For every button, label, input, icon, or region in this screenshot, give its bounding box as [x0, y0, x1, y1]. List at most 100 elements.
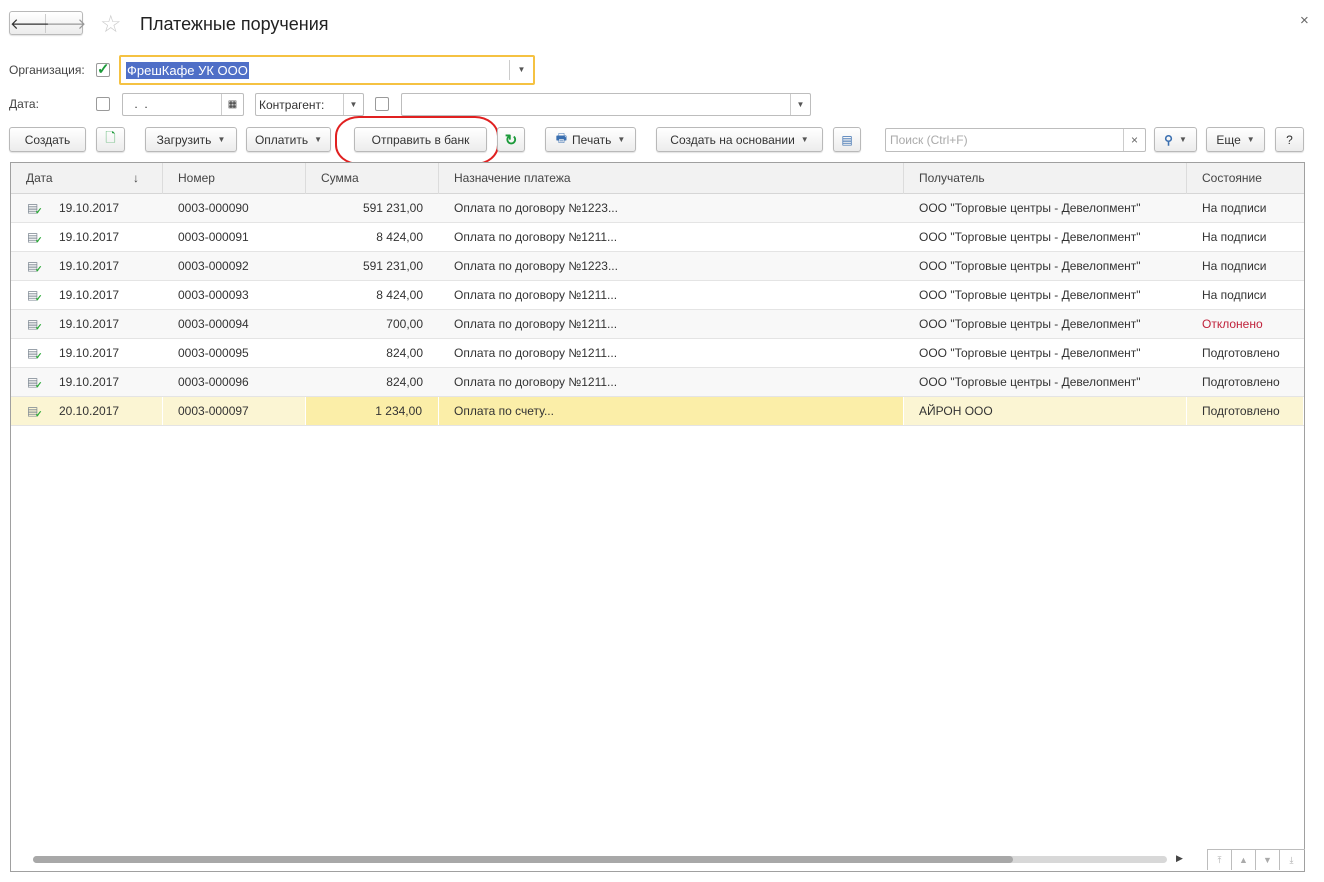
- cell-recipient: ООО "Торговые центры - Девелопмент": [919, 346, 1141, 360]
- date-value: . .: [131, 97, 152, 111]
- scroll-right-icon[interactable]: ▶: [1176, 853, 1183, 864]
- cell-recipient: ООО "Торговые центры - Девелопмент": [919, 288, 1141, 302]
- table-row[interactable]: ▤ ✓ 20.10.2017 0003-000097 1 234,00 Оплата по…: [11, 397, 1304, 426]
- refresh-icon: ↻: [504, 131, 518, 149]
- column-header-recipient[interactable]: Получатель: [904, 163, 1187, 194]
- forward-button[interactable]: 🡒: [46, 14, 86, 33]
- cell-purpose: Оплата по договору №1223...: [454, 259, 618, 273]
- table-row[interactable]: ▤ ✓ 19.10.2017 0003-000095 824,00 Оплата по д…: [11, 339, 1304, 368]
- cell-recipient: ООО "Торговые центры - Девелопмент": [919, 317, 1141, 331]
- cell-recipient: АЙРОН ООО: [904, 397, 1187, 425]
- search-clear-button[interactable]: ×: [1123, 129, 1145, 151]
- row-navigation: ⤒ ▲ ▼ ⤓: [1207, 849, 1305, 871]
- horizontal-scrollbar[interactable]: [33, 856, 1167, 863]
- create-button[interactable]: Создать: [9, 127, 86, 152]
- cell-recipient: ООО "Торговые центры - Девелопмент": [919, 230, 1141, 244]
- date-text: 19.10.2017: [59, 230, 120, 244]
- table-row[interactable]: ▤ ✓ 19.10.2017 0003-000096 824,00 Оплата по д…: [11, 368, 1304, 397]
- date-text: 19.10.2017: [59, 346, 120, 360]
- create-copy-button[interactable]: 🗋: [96, 127, 125, 152]
- cell-status: На подписи: [1202, 230, 1267, 244]
- cell-sum: 824,00: [386, 375, 423, 389]
- column-header-status[interactable]: Состояние: [1187, 163, 1304, 194]
- cell-purpose: Оплата по договору №1211...: [454, 375, 618, 389]
- cell-status: На подписи: [1202, 288, 1267, 302]
- scroll-down-icon[interactable]: ▼: [1255, 850, 1279, 870]
- calendar-icon[interactable]: ▦: [221, 94, 243, 115]
- search-icon: ⚲: [1164, 132, 1173, 147]
- scrollbar-thumb[interactable]: [33, 856, 1013, 863]
- page-title: Платежные поручения: [140, 14, 329, 34]
- help-button[interactable]: ?: [1275, 127, 1304, 152]
- column-label: Дата: [26, 171, 53, 185]
- check-icon: ✓: [35, 235, 43, 245]
- table-row[interactable]: ▤ ✓ 19.10.2017 0003-000094 700,00 Оплата по д…: [11, 310, 1304, 339]
- search-button[interactable]: ⚲ ▼: [1154, 127, 1197, 152]
- cell-status: На подписи: [1202, 259, 1267, 273]
- chevron-down-icon: ▼: [617, 135, 626, 144]
- cell-sum: 824,00: [386, 346, 423, 360]
- scroll-up-icon[interactable]: ▲: [1231, 850, 1255, 870]
- close-button[interactable]: ×: [1300, 12, 1309, 29]
- date-text: 20.10.2017: [59, 404, 120, 418]
- chevron-down-icon[interactable]: ▼: [790, 94, 810, 115]
- check-icon: ✓: [35, 293, 43, 303]
- search-input[interactable]: Поиск (Ctrl+F) ×: [885, 128, 1146, 152]
- check-icon: ✓: [35, 206, 43, 216]
- structure-button[interactable]: ▤: [833, 127, 861, 152]
- check-icon: ✓: [35, 264, 43, 274]
- counterparty-checkbox[interactable]: [375, 97, 389, 111]
- load-label: Загрузить: [156, 132, 212, 147]
- date-text: 19.10.2017: [59, 317, 120, 331]
- check-icon: ✓: [35, 409, 43, 419]
- printer-icon: 🖶: [555, 131, 568, 145]
- more-button[interactable]: Еще ▼: [1206, 127, 1265, 152]
- back-button[interactable]: 🡐: [10, 13, 50, 33]
- cell-number: 0003-000095: [178, 346, 249, 360]
- scroll-first-icon[interactable]: ⤒: [1207, 850, 1231, 870]
- cell-sum: 8 424,00: [376, 230, 423, 244]
- table-row[interactable]: ▤ ✓ 19.10.2017 0003-000090 591 231,00 Оплата …: [11, 194, 1304, 223]
- organization-dropdown[interactable]: ▼: [509, 60, 533, 80]
- sort-arrow-icon: ↓: [133, 171, 139, 185]
- organization-field[interactable]: ФрешКафе УК ООО ▼: [119, 55, 535, 85]
- cell-number: 0003-000096: [178, 375, 249, 389]
- table-row[interactable]: ▤ ✓ 19.10.2017 0003-000093 8 424,00 Оплата по…: [11, 281, 1304, 310]
- counterparty-label: Контрагент:: [259, 98, 325, 112]
- date-checkbox[interactable]: [96, 97, 110, 111]
- pay-button[interactable]: Оплатить ▼: [246, 127, 331, 152]
- cell-recipient: ООО "Торговые центры - Девелопмент": [919, 375, 1141, 389]
- counterparty-type-select[interactable]: Контрагент: ▼: [255, 93, 364, 116]
- cell-purpose: Оплата по договору №1223...: [454, 201, 618, 215]
- refresh-button[interactable]: ↻: [497, 127, 525, 152]
- cell-date: ▤ ✓ 19.10.2017: [11, 339, 163, 367]
- counterparty-field[interactable]: ▼: [401, 93, 811, 116]
- search-placeholder: Поиск (Ctrl+F): [890, 133, 968, 147]
- create-label: Создать: [24, 132, 71, 147]
- send-to-bank-button[interactable]: Отправить в банк: [354, 127, 487, 152]
- print-button[interactable]: 🖶 Печать ▼: [545, 127, 636, 152]
- column-header-sum[interactable]: Сумма: [306, 163, 439, 194]
- date-text: 19.10.2017: [59, 259, 120, 273]
- more-label: Еще: [1216, 132, 1241, 147]
- cell-recipient: ООО "Торговые центры - Девелопмент": [919, 201, 1141, 215]
- column-header-purpose[interactable]: Назначение платежа: [439, 163, 904, 194]
- column-header-date[interactable]: Дата ↓: [11, 163, 163, 194]
- scroll-last-icon[interactable]: ⤓: [1279, 850, 1303, 870]
- table-row[interactable]: ▤ ✓ 19.10.2017 0003-000092 591 231,00 Оплата …: [11, 252, 1304, 281]
- cell-status: Отклонено: [1202, 317, 1263, 331]
- column-header-number[interactable]: Номер: [163, 163, 306, 194]
- table-row[interactable]: ▤ ✓ 19.10.2017 0003-000091 8 424,00 Оплата по…: [11, 223, 1304, 252]
- cell-purpose: Оплата по договору №1211...: [454, 317, 618, 331]
- date-field[interactable]: . . ▦: [122, 93, 244, 116]
- cell-purpose: Оплата по счету...: [439, 397, 904, 425]
- star-icon[interactable]: ☆: [100, 10, 122, 39]
- create-based-on-label: Создать на основании: [670, 132, 795, 147]
- check-icon: ✓: [35, 322, 43, 332]
- cell-status: Подготовлено: [1202, 346, 1280, 360]
- cell-date: ▤ ✓ 19.10.2017: [11, 281, 163, 309]
- organization-checkbox[interactable]: ✓: [96, 61, 110, 78]
- load-button[interactable]: Загрузить ▼: [145, 127, 237, 152]
- cell-date: ▤ ✓ 19.10.2017: [11, 194, 163, 222]
- create-based-on-button[interactable]: Создать на основании ▼: [656, 127, 823, 152]
